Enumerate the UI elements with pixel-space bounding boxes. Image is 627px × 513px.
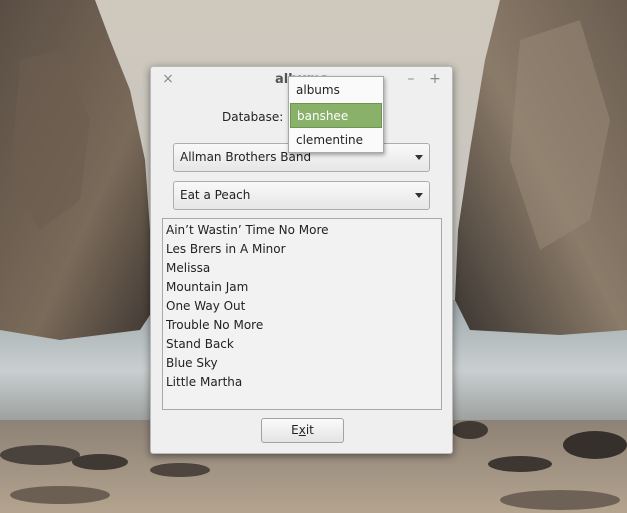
track-item[interactable]: Les Brers in A Minor	[166, 240, 441, 259]
track-item[interactable]: Ain’t Wastin’ Time No More	[166, 221, 441, 240]
track-item[interactable]: Little Martha	[166, 373, 441, 392]
exit-label-post: it	[305, 423, 314, 437]
exit-mnemonic: x	[298, 423, 306, 437]
database-label: Database:	[222, 110, 284, 124]
chevron-down-icon	[415, 155, 423, 160]
track-item[interactable]: Mountain Jam	[166, 278, 441, 297]
database-option-clementine[interactable]: clementine	[290, 128, 382, 153]
database-option-albums[interactable]: albums	[290, 78, 382, 103]
exit-label-pre: E	[291, 423, 299, 437]
track-item[interactable]: Stand Back	[166, 335, 441, 354]
track-item[interactable]: Blue Sky	[166, 354, 441, 373]
database-option-banshee[interactable]: banshee	[290, 103, 382, 128]
minimize-icon[interactable]: –	[403, 71, 419, 87]
track-item[interactable]: Trouble No More	[166, 316, 441, 335]
database-dropdown-menu: albums banshee clementine	[288, 76, 384, 153]
album-combo-value: Eat a Peach	[180, 188, 251, 202]
maximize-icon[interactable]: +	[427, 71, 443, 87]
track-item[interactable]: Melissa	[166, 259, 441, 278]
track-item[interactable]: One Way Out	[166, 297, 441, 316]
track-list[interactable]: Ain’t Wastin’ Time No More Les Brers in …	[162, 218, 442, 410]
chevron-down-icon	[415, 193, 423, 198]
album-combo[interactable]: Eat a Peach	[173, 181, 430, 210]
exit-button[interactable]: Exit	[261, 418, 344, 443]
